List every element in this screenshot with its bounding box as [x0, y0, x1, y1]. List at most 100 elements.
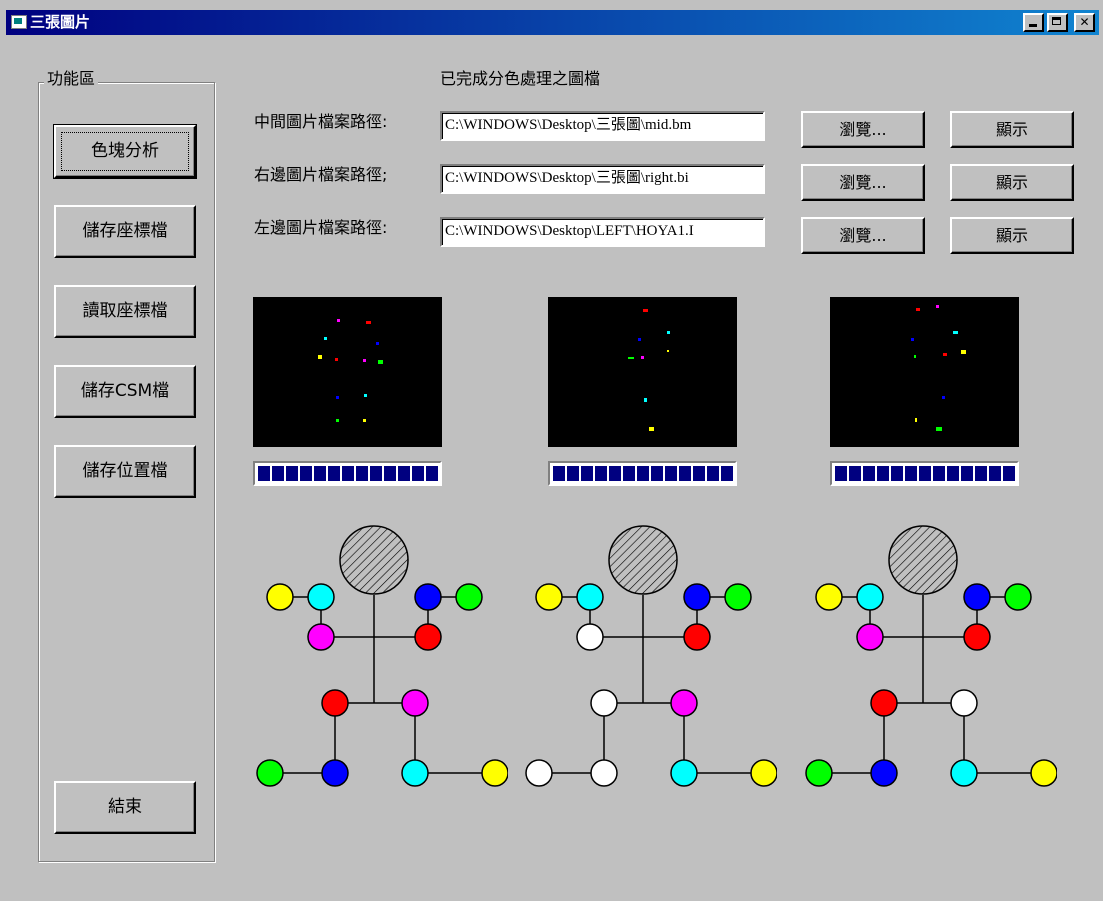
joint-left-hip: [321, 689, 349, 717]
save-csm-button[interactable]: 儲存CSM檔: [54, 365, 196, 418]
load-coordinates-button[interactable]: 讀取座標檔: [54, 285, 196, 338]
marker-dot: [364, 394, 367, 397]
joint-left-foot: [525, 759, 553, 787]
progress-segment: [567, 466, 579, 481]
marker-dot: [378, 360, 383, 364]
progress-segment: [398, 466, 410, 481]
show-button-mid[interactable]: 顯示: [950, 111, 1074, 148]
joint-left-knee: [870, 759, 898, 787]
progress-segment: [553, 466, 565, 481]
progress-segment: [370, 466, 382, 481]
browse-label: 瀏覽...: [839, 173, 887, 192]
joint-left-elbow: [307, 623, 335, 651]
joint-left-outer: [266, 583, 294, 611]
marker-dot: [953, 331, 958, 334]
marker-dot: [936, 427, 942, 431]
save-coordinates-button[interactable]: 儲存座標檔: [54, 205, 196, 258]
head-circle: [888, 525, 958, 595]
app-icon[interactable]: [11, 15, 27, 29]
progress-segment: [595, 466, 607, 481]
exit-button[interactable]: 結束: [54, 781, 196, 834]
progress-segment: [258, 466, 270, 481]
joint-left-elbow: [576, 623, 604, 651]
save-csm-label: 儲存CSM檔: [80, 381, 170, 401]
marker-dot: [324, 337, 327, 340]
head-circle: [608, 525, 678, 595]
progress-segment: [581, 466, 593, 481]
joint-left-outer: [815, 583, 843, 611]
joint-right-hip: [670, 689, 698, 717]
progress-segment: [665, 466, 677, 481]
joint-right-hip: [401, 689, 429, 717]
progress-segment: [328, 466, 340, 481]
browse-button-mid[interactable]: 瀏覽...: [801, 111, 925, 148]
color-block-analysis-button[interactable]: 色塊分析: [53, 124, 197, 179]
minimize-button[interactable]: [1023, 13, 1044, 32]
skeleton-diagram-right: [525, 525, 777, 787]
close-button[interactable]: ✕: [1074, 13, 1095, 32]
browse-button-right[interactable]: 瀏覽...: [801, 164, 925, 201]
joint-right-outer: [1004, 583, 1032, 611]
browse-label: 瀏覽...: [839, 226, 887, 245]
joint-right-inner: [414, 583, 442, 611]
progress-segment: [356, 466, 368, 481]
joint-left-inner: [856, 583, 884, 611]
progress-segment: [863, 466, 875, 481]
marker-dot: [644, 398, 647, 402]
load-coordinates-label: 讀取座標檔: [82, 301, 168, 321]
progress-segment: [300, 466, 312, 481]
progress-segment: [877, 466, 889, 481]
focus-rect: [61, 132, 189, 171]
save-position-label: 儲存位置檔: [82, 461, 168, 481]
marker-dot: [961, 350, 966, 354]
marker-dot: [911, 338, 914, 341]
exit-label: 結束: [108, 797, 142, 817]
image-preview-left: [830, 297, 1019, 447]
progress-segment: [384, 466, 396, 481]
progress-segment: [651, 466, 663, 481]
progress-bar-left: [830, 461, 1019, 486]
show-label: 顯示: [995, 173, 1028, 192]
marker-dot: [942, 396, 945, 399]
path-label-mid: 中間圖片檔案路徑:: [254, 112, 388, 131]
marker-dot: [638, 338, 641, 341]
progress-bar-mid: [253, 461, 442, 486]
joint-right-hip: [950, 689, 978, 717]
title-bar[interactable]: 三張圖片 ✕: [6, 10, 1099, 35]
progress-segment: [947, 466, 959, 481]
show-button-right[interactable]: 顯示: [950, 164, 1074, 201]
joint-right-outer: [724, 583, 752, 611]
function-group-label: 功能區: [44, 68, 99, 90]
marker-dot: [943, 353, 947, 356]
path-input-mid[interactable]: C:\WINDOWS\Desktop\三張圖\mid.bm: [440, 111, 765, 141]
marker-dot: [337, 319, 340, 322]
joint-right-outer: [455, 583, 483, 611]
marker-dot: [915, 418, 917, 422]
progress-segment: [721, 466, 733, 481]
marker-dot: [914, 355, 916, 358]
browse-button-left[interactable]: 瀏覽...: [801, 217, 925, 254]
marker-dot: [641, 356, 644, 359]
joint-right-knee: [670, 759, 698, 787]
joint-right-elbow: [683, 623, 711, 651]
progress-segment: [849, 466, 861, 481]
progress-segment: [975, 466, 987, 481]
marker-dot: [936, 305, 939, 308]
path-label-left: 左邊圖片檔案路徑:: [254, 218, 388, 237]
marker-dot: [366, 321, 371, 324]
progress-segment: [426, 466, 438, 481]
progress-segment: [989, 466, 1001, 481]
path-input-left[interactable]: C:\WINDOWS\Desktop\LEFT\HOYA1.I: [440, 217, 765, 247]
show-button-left[interactable]: 顯示: [950, 217, 1074, 254]
joint-left-hip: [590, 689, 618, 717]
maximize-button[interactable]: [1047, 13, 1068, 32]
save-coordinates-label: 儲存座標檔: [82, 221, 168, 241]
joint-right-knee: [950, 759, 978, 787]
window-title: 三張圖片: [30, 13, 91, 31]
marker-dot: [363, 359, 366, 362]
save-position-button[interactable]: 儲存位置檔: [54, 445, 196, 498]
joint-left-elbow: [856, 623, 884, 651]
joint-left-knee: [321, 759, 349, 787]
path-input-right[interactable]: C:\WINDOWS\Desktop\三張圖\right.bi: [440, 164, 765, 194]
marker-dot: [649, 427, 654, 431]
